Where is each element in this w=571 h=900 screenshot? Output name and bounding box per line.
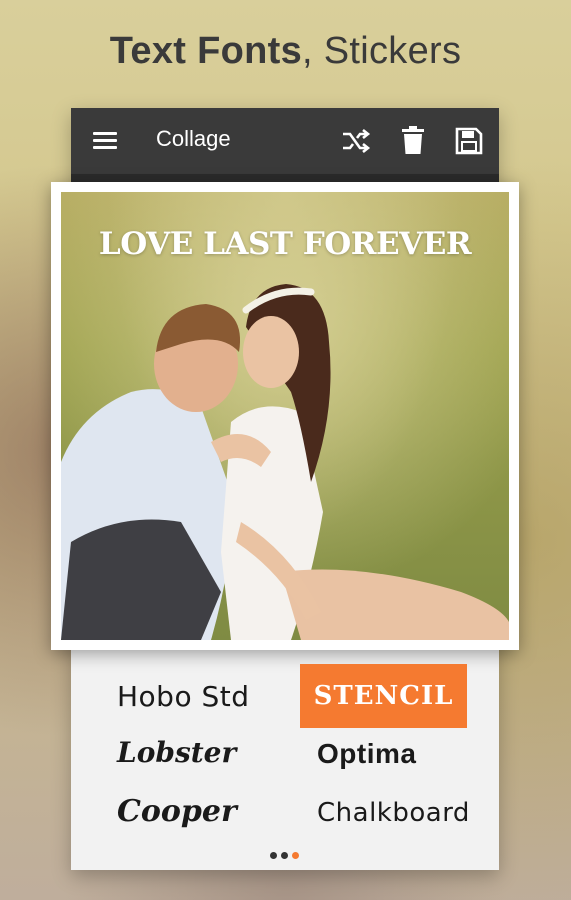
headline-rest: , Stickers xyxy=(302,30,462,72)
photo-overlay-text[interactable]: LOVE LAST FOREVER xyxy=(61,226,509,262)
font-option-lobster[interactable]: Lobster xyxy=(117,736,236,769)
trash-icon[interactable] xyxy=(401,125,425,155)
page-dot-3-active[interactable] xyxy=(292,852,299,859)
page-indicator[interactable] xyxy=(270,852,310,862)
page-dot-2[interactable] xyxy=(281,852,288,859)
toolbar-title: Collage xyxy=(156,126,231,151)
font-picker: Hobo Std STENCIL Lobster Optima Cooper C… xyxy=(71,660,499,840)
collage-photo[interactable]: LOVE LAST FOREVER xyxy=(61,192,509,640)
page-dot-1[interactable] xyxy=(270,852,277,859)
font-option-cooper[interactable]: Cooper xyxy=(117,794,237,829)
headline: Text Fonts, Stickers xyxy=(0,30,571,73)
font-option-optima[interactable]: Optima xyxy=(317,738,416,770)
font-option-chalkboard[interactable]: Chalkboard xyxy=(317,798,470,828)
shuffle-icon[interactable] xyxy=(341,127,371,155)
save-icon[interactable] xyxy=(455,127,483,155)
collage-photo-frame[interactable]: LOVE LAST FOREVER xyxy=(51,182,519,650)
toolbar: Collage xyxy=(71,108,499,182)
font-option-stencil-selected[interactable]: STENCIL xyxy=(300,664,467,728)
toolbar-shadow-strip xyxy=(71,174,499,182)
menu-icon[interactable] xyxy=(93,132,117,150)
headline-bold: Text Fonts xyxy=(109,30,303,72)
font-option-hobo-std[interactable]: Hobo Std xyxy=(117,680,250,713)
